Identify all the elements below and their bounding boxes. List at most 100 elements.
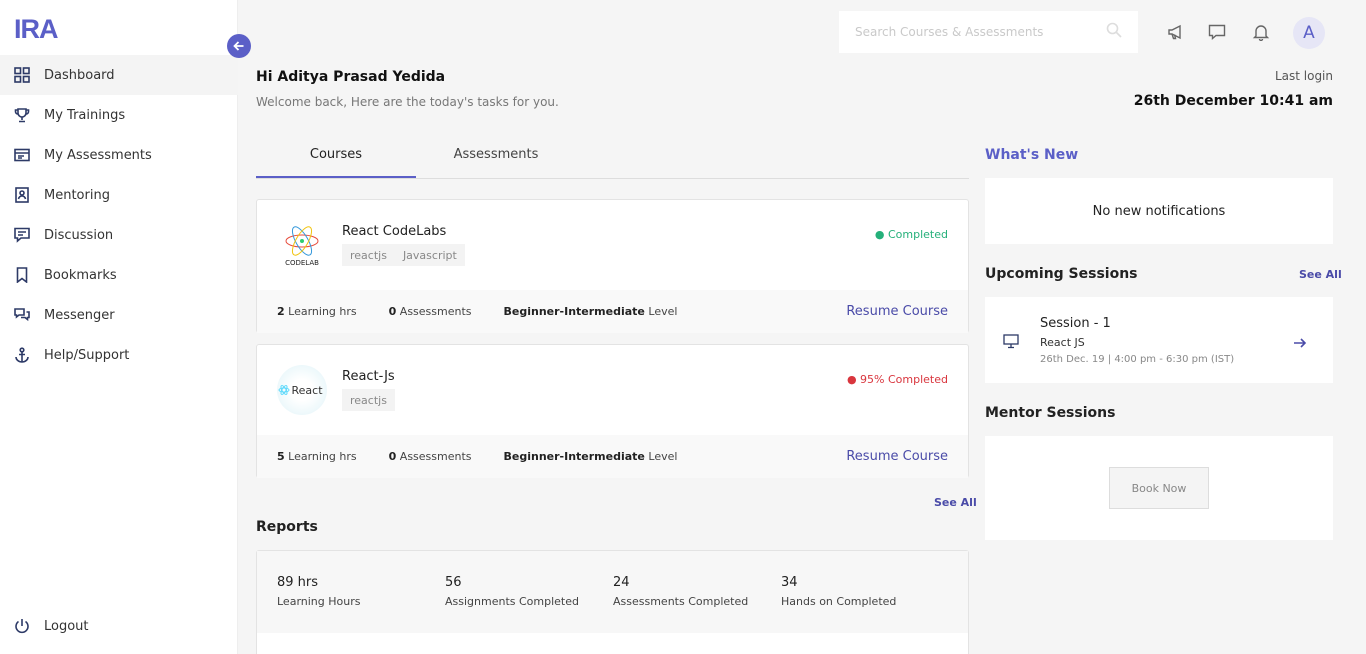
trophy-icon	[14, 107, 30, 123]
react-js-logo: React	[277, 365, 327, 415]
sidebar-nav: Dashboard My Trainings My Assessments Me…	[0, 55, 238, 375]
no-notifications-text: No new notifications	[1092, 203, 1226, 219]
course-logo-text: CODELAB	[285, 259, 319, 267]
search-bar	[839, 11, 1138, 53]
sidebar-item-dashboard[interactable]: Dashboard	[0, 55, 238, 95]
course-tags: reactjs	[342, 389, 395, 411]
sessions-see-all-link[interactable]: See All	[1299, 268, 1342, 281]
anchor-icon	[14, 347, 30, 363]
report-stat-label: Learning Hours	[277, 595, 361, 608]
sidebar-item-messenger[interactable]: Messenger	[0, 295, 238, 335]
sidebar-item-label: Messenger	[44, 307, 115, 323]
sidebar-item-mentoring[interactable]: Mentoring	[0, 175, 238, 215]
courses-see-all-link[interactable]: See All	[934, 496, 977, 509]
session-course: React JS	[1040, 336, 1085, 349]
bookmark-icon	[14, 267, 30, 283]
tab-courses[interactable]: Courses	[256, 140, 416, 178]
logout-button[interactable]: Logout	[0, 606, 89, 646]
course-tag: reactjs	[350, 248, 387, 262]
report-stat: 34 Hands on Completed	[781, 575, 949, 633]
monitor-icon	[1003, 333, 1019, 353]
session-name: Session - 1	[1040, 316, 1111, 331]
course-assessments: 0 Assessments	[388, 305, 472, 318]
search-icon[interactable]	[1106, 22, 1122, 42]
sidebar-item-label: Help/Support	[44, 347, 130, 363]
sidebar-item-label: My Assessments	[44, 147, 152, 163]
sidebar-item-label: My Trainings	[44, 107, 126, 123]
course-status-text: Completed	[888, 228, 948, 241]
course-status-badge: ● Completed	[874, 228, 948, 241]
course-assessments: 0 Assessments	[388, 450, 472, 463]
reports-card: 89 hrs Learning Hours 56 Assignments Com…	[256, 550, 969, 654]
report-stat-label: Assessments Completed	[613, 595, 749, 608]
sidebar-item-my-assessments[interactable]: My Assessments	[0, 135, 238, 175]
course-level: Beginner-Intermediate Level	[503, 305, 678, 318]
logout-label: Logout	[44, 618, 89, 634]
book-now-button[interactable]: Book Now	[1109, 467, 1209, 509]
whats-new-title: What's New	[985, 147, 1079, 163]
course-level: Beginner-Intermediate Level	[503, 450, 678, 463]
report-stat: 89 hrs Learning Hours	[277, 575, 445, 633]
mentor-sessions-title: Mentor Sessions	[985, 405, 1116, 421]
course-card: CODELAB React CodeLabs reactjs Javascrip…	[256, 199, 969, 333]
report-stat-value: 56	[445, 575, 462, 590]
sidebar-item-label: Bookmarks	[44, 267, 117, 283]
report-stat-value: 34	[781, 575, 798, 590]
course-tag: Javascript	[402, 248, 457, 262]
collapse-sidebar-button[interactable]	[227, 34, 251, 58]
report-stat-label: Hands on Completed	[781, 595, 897, 608]
megaphone-icon[interactable]	[1166, 22, 1186, 42]
sidebar-item-help-support[interactable]: Help/Support	[0, 335, 238, 375]
sidebar-item-my-trainings[interactable]: My Trainings	[0, 95, 238, 135]
report-stat-label: Assignments Completed	[445, 595, 579, 608]
course-tabs: Courses Assessments	[256, 140, 969, 179]
report-stat: 56 Assignments Completed	[445, 575, 613, 633]
arrow-right-icon[interactable]	[1293, 335, 1307, 354]
notifications-box: No new notifications	[985, 178, 1333, 244]
resume-course-button[interactable]: Resume Course	[846, 304, 948, 319]
session-card[interactable]: Session - 1 React JS 26th Dec. 19 | 4:00…	[985, 297, 1333, 383]
messages-icon	[14, 307, 30, 323]
report-stat-value: 24	[613, 575, 630, 590]
user-avatar[interactable]: A	[1293, 17, 1325, 49]
course-card: React React-Js reactjs ● 95% Completed 5…	[256, 344, 969, 478]
card-icon	[14, 147, 30, 163]
greeting-subtitle: Welcome back, Here are the today's tasks…	[256, 95, 559, 109]
ira-logo[interactable]: IRA	[14, 14, 58, 45]
person-badge-icon	[14, 187, 30, 203]
sidebar-item-label: Mentoring	[44, 187, 110, 203]
arrow-left-icon	[233, 41, 244, 51]
course-title[interactable]: React CodeLabs	[342, 224, 446, 239]
course-status-text: 95% Completed	[860, 373, 948, 386]
chat-bubble-icon[interactable]	[1207, 22, 1227, 42]
power-icon	[14, 618, 30, 634]
course-logo-text: React	[291, 384, 323, 397]
grid-icon	[14, 67, 30, 83]
tab-assessments[interactable]: Assessments	[416, 140, 576, 178]
last-login-label: Last login	[1274, 69, 1333, 83]
greeting-title: Hi Aditya Prasad Yedida	[256, 69, 446, 85]
session-time: 26th Dec. 19 | 4:00 pm - 6:30 pm (IST)	[1040, 354, 1235, 365]
course-tags: reactjs Javascript	[342, 244, 465, 266]
upcoming-sessions-title: Upcoming Sessions	[985, 266, 1138, 282]
course-hours: 5 Learning hrs	[277, 450, 357, 463]
course-hours: 2 Learning hrs	[277, 305, 357, 318]
reports-title: Reports	[256, 519, 318, 535]
sidebar-item-label: Dashboard	[44, 67, 115, 83]
course-tag: reactjs	[350, 393, 387, 407]
sidebar: IRA Dashboard My Trainings My Assessment…	[0, 0, 238, 654]
report-stat: 24 Assessments Completed	[613, 575, 781, 633]
last-login-value: 26th December 10:41 am	[1133, 93, 1333, 109]
search-input[interactable]	[855, 25, 1106, 39]
report-stat-value: 89 hrs	[277, 575, 319, 590]
react-codelabs-logo: CODELAB	[277, 220, 327, 270]
bell-icon[interactable]	[1251, 22, 1271, 42]
chat-icon	[14, 227, 30, 243]
course-title[interactable]: React-Js	[342, 369, 395, 384]
sidebar-item-label: Discussion	[44, 227, 114, 243]
resume-course-button[interactable]: Resume Course	[846, 449, 948, 464]
sidebar-item-discussion[interactable]: Discussion	[0, 215, 238, 255]
sidebar-item-bookmarks[interactable]: Bookmarks	[0, 255, 238, 295]
course-status-badge: ● 95% Completed	[846, 373, 948, 386]
mentor-sessions-box: Book Now	[985, 436, 1333, 540]
